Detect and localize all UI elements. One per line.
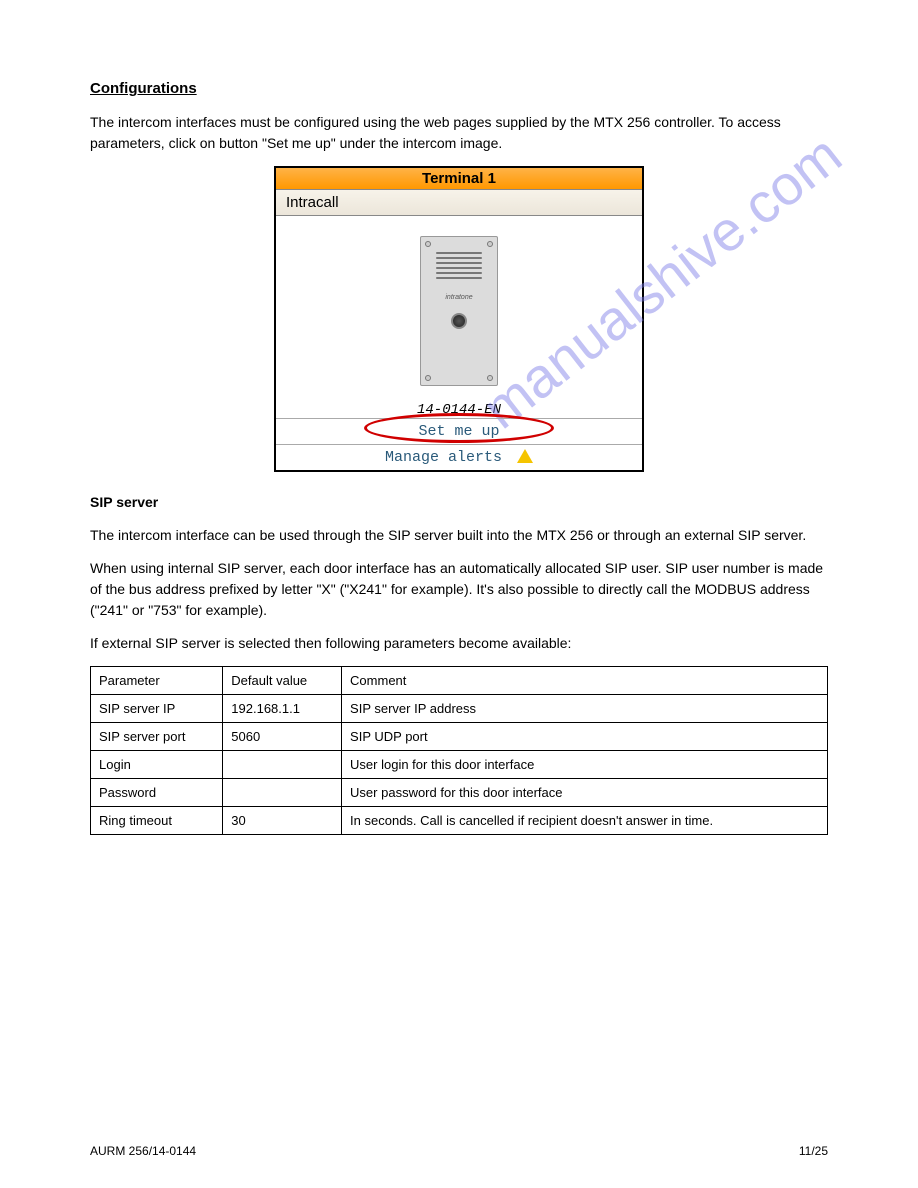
speaker-grille-icon — [436, 249, 482, 282]
table-cell: Login — [91, 751, 223, 779]
screw-icon — [425, 375, 431, 381]
sip-paragraph-1: The intercom interface can be used throu… — [90, 525, 828, 546]
device-logo: intratone — [445, 294, 472, 301]
table-header-cell: Comment — [342, 667, 828, 695]
table-header-row: Parameter Default value Comment — [91, 667, 828, 695]
set-me-up-link[interactable]: Set me up — [418, 423, 499, 440]
table-cell: User password for this door interface — [342, 779, 828, 807]
section-heading: Configurations — [90, 80, 828, 97]
page-footer: AURM 256/14-0144 11/25 — [90, 1144, 828, 1158]
table-cell: SIP server port — [91, 723, 223, 751]
table-cell: User login for this door interface — [342, 751, 828, 779]
figure-wrap: Terminal 1 Intracall intratone 14-0144-E… — [90, 166, 828, 472]
table-header-cell: Parameter — [91, 667, 223, 695]
screw-icon — [487, 375, 493, 381]
set-me-up-row: Set me up — [276, 418, 642, 444]
sip-parameters-table: Parameter Default value Comment SIP serv… — [90, 666, 828, 835]
table-cell: In seconds. Call is cancelled if recipie… — [342, 807, 828, 835]
screw-icon — [487, 241, 493, 247]
sip-server-heading: SIP server — [90, 492, 828, 513]
table-header-cell: Default value — [223, 667, 342, 695]
terminal-titlebar: Terminal 1 — [276, 168, 642, 190]
device-button-icon — [451, 313, 467, 329]
table-cell: SIP UDP port — [342, 723, 828, 751]
table-cell — [223, 779, 342, 807]
table-cell: SIP server IP address — [342, 695, 828, 723]
table-cell: Password — [91, 779, 223, 807]
table-cell: 30 — [223, 807, 342, 835]
table-cell: SIP server IP — [91, 695, 223, 723]
footer-page-number: 11/25 — [799, 1144, 828, 1158]
table-cell: 5060 — [223, 723, 342, 751]
table-cell — [223, 751, 342, 779]
table-row: Password User password for this door int… — [91, 779, 828, 807]
intracall-band: Intracall — [276, 190, 642, 216]
manage-alerts-row: Manage alerts — [276, 444, 642, 470]
figure-body: intratone — [276, 216, 642, 406]
table-row: Ring timeout 30 In seconds. Call is canc… — [91, 807, 828, 835]
intercom-device-image: intratone — [420, 236, 498, 386]
document-page: manualshive.com Configurations The inter… — [0, 0, 918, 1188]
screw-icon — [425, 241, 431, 247]
table-cell: 192.168.1.1 — [223, 695, 342, 723]
footer-product: AURM 256/14-0144 — [90, 1144, 196, 1158]
sip-paragraph-2: When using internal SIP server, each doo… — [90, 558, 828, 621]
intro-paragraph: The intercom interfaces must be configur… — [90, 112, 828, 154]
table-row: Login User login for this door interface — [91, 751, 828, 779]
terminal-screenshot: Terminal 1 Intracall intratone 14-0144-E… — [274, 166, 644, 472]
warning-icon — [517, 449, 533, 463]
external-sip-intro: If external SIP server is selected then … — [90, 633, 828, 654]
table-cell: Ring timeout — [91, 807, 223, 835]
table-row: SIP server port 5060 SIP UDP port — [91, 723, 828, 751]
manage-alerts-link[interactable]: Manage alerts — [385, 449, 502, 466]
table-row: SIP server IP 192.168.1.1 SIP server IP … — [91, 695, 828, 723]
